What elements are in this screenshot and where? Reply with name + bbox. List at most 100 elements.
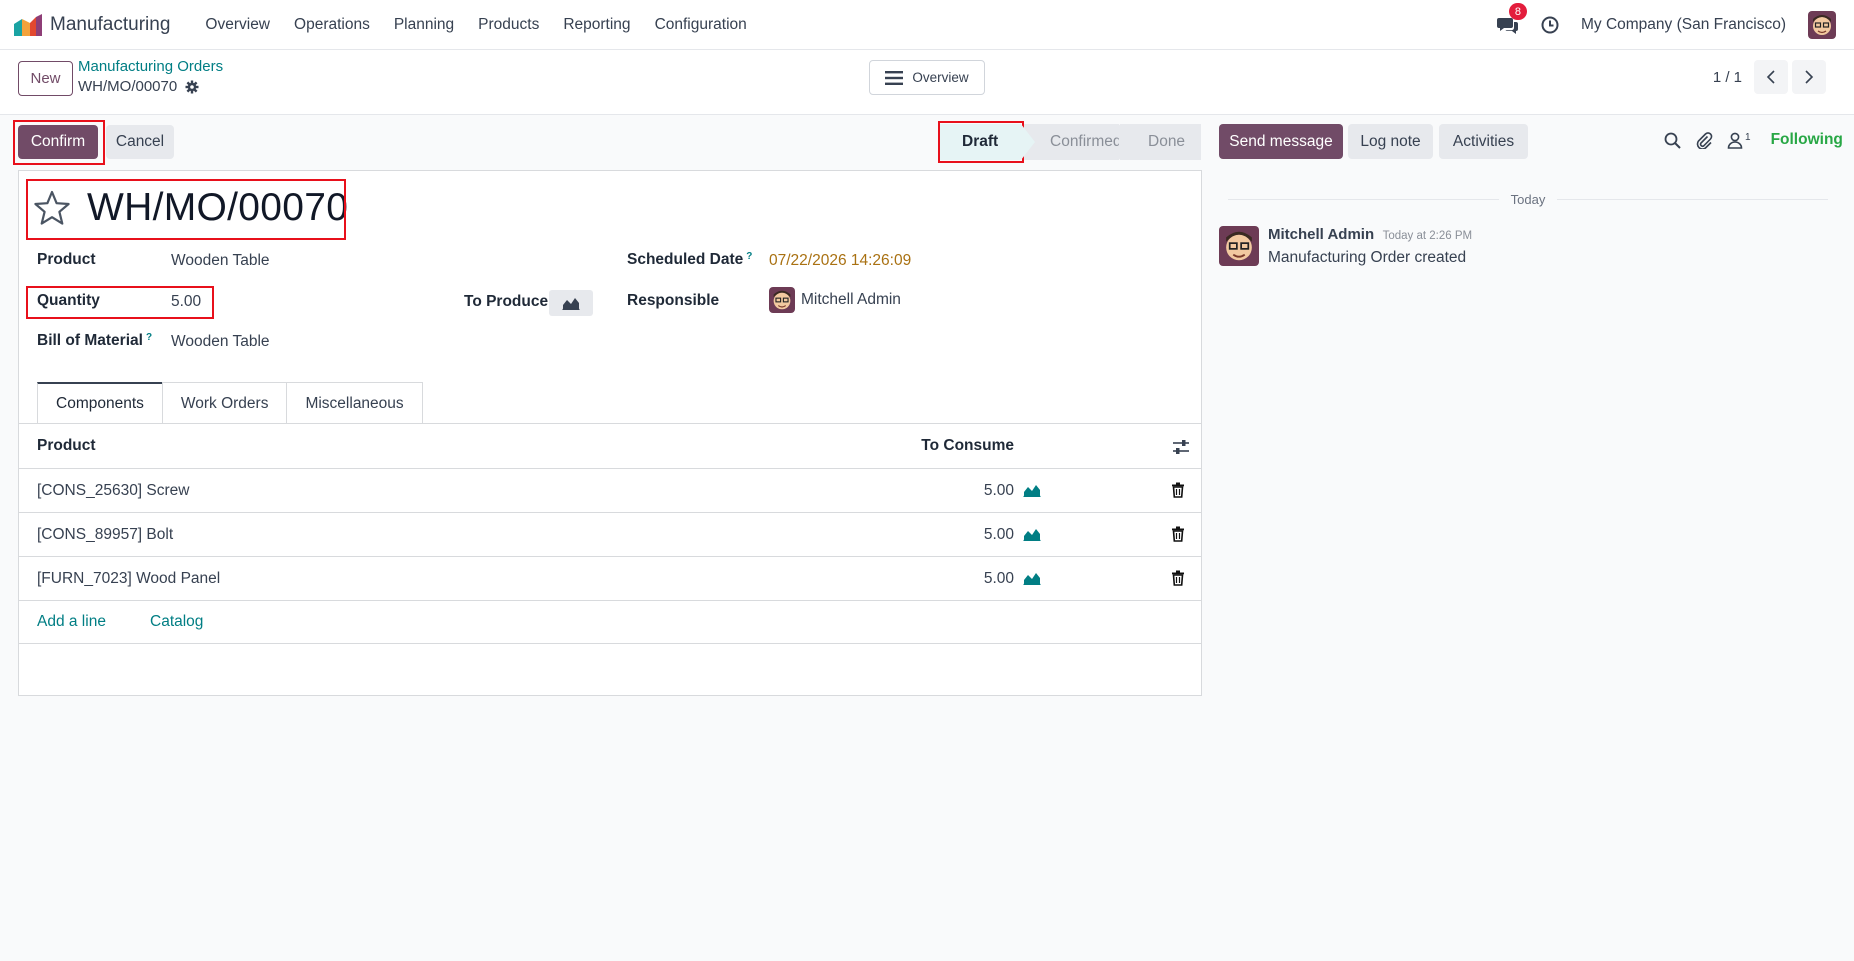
menu-planning[interactable]: Planning [382,16,466,34]
add-line-link[interactable]: Add a line [37,613,106,631]
follower-count: 1 [1745,131,1751,143]
product-label: Product [37,251,96,268]
scheduled-date-field[interactable]: 07/22/2026 14:26:09 [769,252,911,270]
bom-help-icon[interactable]: ? [146,332,152,343]
notification-badge: 8 [1508,3,1527,20]
app-name: Manufacturing [50,13,171,35]
record-title: WH/MO/00070 [87,186,349,229]
bom-label: Bill of Material [37,332,143,349]
quantity-label: Quantity [37,292,100,309]
send-message-button[interactable]: Send message [1219,124,1343,159]
hamburger-icon [885,70,904,85]
area-chart-icon [562,298,580,310]
user-icon [1727,132,1743,149]
tab-components[interactable]: Components [37,382,163,424]
forecast-chart-icon[interactable] [1023,483,1041,502]
responsible-name: Mitchell Admin [801,291,901,308]
column-header-product[interactable]: Product [37,437,96,455]
app-brand[interactable]: Manufacturing [14,13,171,36]
table-row[interactable]: [CONS_89957] Bolt 5.00 [19,513,1201,557]
tab-work-orders[interactable]: Work Orders [161,382,288,424]
breadcrumb-current-label: WH/MO/00070 [78,78,178,95]
separator-line [1228,198,1499,200]
separator-line [1557,198,1829,200]
scheduled-date-help-icon[interactable]: ? [746,251,752,262]
row-product[interactable]: [CONS_25630] Screw [37,482,190,500]
stage-draft-label: Draft [962,133,999,150]
pager-value[interactable]: 1 / 1 [1713,69,1742,86]
new-button[interactable]: New [18,61,73,96]
paperclip-icon[interactable] [1695,131,1713,149]
bom-field[interactable]: Wooden Table [171,333,270,351]
add-line-row: Add a line Catalog [19,601,1201,644]
menu-reporting[interactable]: Reporting [551,16,642,34]
to-produce-forecast-button[interactable] [549,290,593,316]
trash-icon[interactable] [1171,526,1185,547]
gear-icon[interactable] [185,80,199,94]
activities-button[interactable]: Activities [1439,124,1528,159]
message-author[interactable]: Mitchell Admin [1268,226,1374,243]
bom-label-wrap: Bill of Material? [37,332,152,350]
stage-confirmed-label: Confirmed [1050,133,1122,150]
clock-icon[interactable] [1541,16,1559,34]
user-avatar[interactable] [1808,11,1836,39]
forecast-chart-icon[interactable] [1023,571,1041,590]
row-product[interactable]: [CONS_89957] Bolt [37,526,173,544]
manufacturing-app-icon [14,13,42,36]
menu-operations[interactable]: Operations [282,16,382,34]
scheduled-date-label: Scheduled Date [627,251,744,268]
chatter-message: Mitchell Admin Today at 2:26 PM Manufact… [1219,226,1472,267]
search-icon[interactable] [1664,132,1681,149]
tab-miscellaneous[interactable]: Miscellaneous [286,382,423,424]
followers-button[interactable]: 1 [1727,132,1751,149]
row-to-consume[interactable]: 5.00 [984,482,1014,500]
messaging-menu[interactable]: 8 [1496,3,1527,35]
confirm-button[interactable]: Confirm [18,125,98,159]
row-to-consume[interactable]: 5.00 [984,570,1014,588]
breadcrumb-parent-link[interactable]: Manufacturing Orders [78,58,223,75]
optional-columns-icon[interactable] [1172,439,1190,460]
message-time: Today at 2:26 PM [1382,230,1473,242]
date-separator-label: Today [1510,191,1546,207]
message-body: Manufacturing Order created [1268,249,1467,266]
log-note-button[interactable]: Log note [1348,124,1433,159]
column-header-to-consume[interactable]: To Consume [921,437,1014,455]
star-icon[interactable] [33,190,71,226]
message-author-avatar[interactable] [1219,226,1259,266]
responsible-field[interactable]: Mitchell Admin [769,287,901,313]
forecast-chart-icon[interactable] [1023,527,1041,546]
scheduled-date-label-wrap: Scheduled Date? [627,251,752,269]
cancel-button[interactable]: Cancel [106,125,174,159]
row-to-consume[interactable]: 5.00 [984,526,1014,544]
stage-arrow [1021,124,1035,160]
message-content: Mitchell Admin Today at 2:26 PM Manufact… [1268,226,1472,267]
trash-icon[interactable] [1171,482,1185,503]
menu-products[interactable]: Products [466,16,551,34]
trash-icon[interactable] [1171,570,1185,591]
table-row[interactable]: [CONS_25630] Screw 5.00 [19,469,1201,513]
company-switcher[interactable]: My Company (San Francisco) [1581,16,1786,34]
overview-button[interactable]: Overview [869,60,985,95]
catalog-link[interactable]: Catalog [150,613,203,631]
stage-draft[interactable]: Draft [940,124,1035,160]
quantity-field[interactable]: 5.00 [171,293,201,311]
stage-done-label: Done [1148,133,1186,150]
navbar-systray: 8 My Company (San Francisco) [1496,0,1836,50]
chatter-topbar-icons: 1 Following [1664,131,1843,149]
components-table: Product To Consume [CONS_25630] Screw 5.… [19,424,1201,644]
form-sheet: WH/MO/00070 Product Wooden Table Quantit… [18,170,1202,696]
product-field[interactable]: Wooden Table [171,252,270,270]
responsible-avatar [769,287,795,313]
status-bar: Draft Confirmed Done [940,124,1201,160]
stage-confirmed[interactable]: Confirmed [1021,124,1133,160]
row-product[interactable]: [FURN_7023] Wood Panel [37,570,220,588]
pager-next-button[interactable] [1792,60,1826,94]
following-button[interactable]: Following [1771,131,1843,149]
table-row[interactable]: [FURN_7023] Wood Panel 5.00 [19,557,1201,601]
pager-previous-button[interactable] [1754,60,1788,94]
overview-label: Overview [912,70,969,85]
menu-configuration[interactable]: Configuration [643,16,759,34]
table-header: Product To Consume [19,424,1201,469]
menu-overview[interactable]: Overview [193,16,282,34]
title-row: WH/MO/00070 [33,186,348,230]
